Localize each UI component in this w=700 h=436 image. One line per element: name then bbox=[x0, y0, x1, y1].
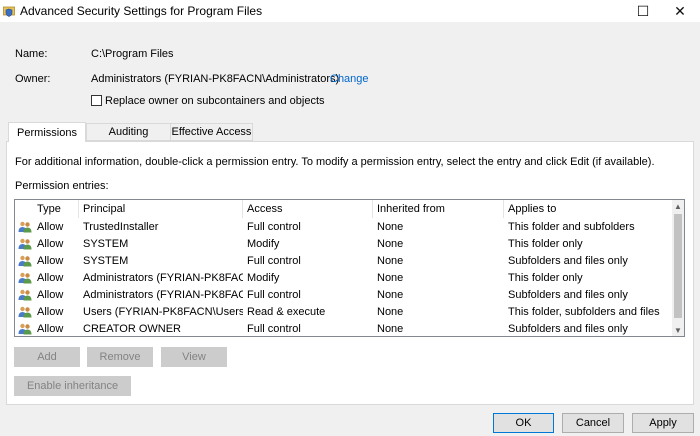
cell-applies: Subfolders and files only bbox=[508, 323, 628, 335]
user-group-icon bbox=[18, 323, 32, 335]
maximize-icon: ☐ bbox=[636, 2, 650, 19]
apply-button[interactable]: Apply bbox=[632, 413, 694, 433]
cell-access: Full control bbox=[247, 221, 301, 233]
replace-owner-checkbox[interactable] bbox=[91, 95, 102, 106]
cell-principal: Administrators (FYRIAN-PK8FAC... bbox=[83, 289, 243, 301]
cell-access: Full control bbox=[247, 289, 301, 301]
chevron-up-icon: ▲ bbox=[674, 201, 682, 211]
cell-applies: Subfolders and files only bbox=[508, 289, 628, 301]
owner-label: Owner: bbox=[15, 73, 51, 85]
name-value: C:\Program Files bbox=[91, 48, 174, 60]
column-header-applies[interactable]: Applies to bbox=[504, 200, 675, 218]
cell-inherited: None bbox=[377, 323, 404, 335]
cell-access: Modify bbox=[247, 272, 280, 284]
cell-applies: This folder only bbox=[508, 272, 583, 284]
table-row[interactable]: Allow SYSTEM Modify None This folder only bbox=[15, 236, 675, 253]
cell-access: Full control bbox=[247, 323, 301, 335]
cancel-button-label: Cancel bbox=[575, 417, 611, 429]
column-header-principal[interactable]: Principal bbox=[79, 200, 243, 218]
ok-button[interactable]: OK bbox=[493, 413, 554, 433]
user-group-icon bbox=[18, 306, 32, 318]
cell-principal: Administrators (FYRIAN-PK8FACN... bbox=[83, 272, 243, 284]
cell-type: Allow bbox=[37, 238, 64, 250]
table-row[interactable]: Allow Administrators (FYRIAN-PK8FACN... Mo… bbox=[15, 270, 675, 287]
scroll-up-button[interactable]: ▲ bbox=[672, 200, 684, 212]
change-owner-link[interactable]: Change bbox=[330, 73, 369, 85]
cancel-button[interactable]: Cancel bbox=[562, 413, 624, 433]
window-title: Advanced Security Settings for Program F… bbox=[20, 4, 263, 18]
tab-auditing[interactable]: Auditing bbox=[86, 123, 171, 141]
cell-principal: SYSTEM bbox=[83, 255, 129, 267]
scroll-thumb[interactable] bbox=[674, 214, 682, 318]
cell-applies: Subfolders and files only bbox=[508, 255, 628, 267]
column-header-inherited[interactable]: Inherited from bbox=[373, 200, 504, 218]
cell-inherited: None bbox=[377, 272, 404, 284]
tab-effective-access[interactable]: Effective Access bbox=[170, 123, 253, 141]
cell-principal: SYSTEM bbox=[83, 238, 129, 250]
list-header: Type Principal Access Inherited from App… bbox=[15, 200, 675, 218]
cell-inherited: None bbox=[377, 306, 404, 318]
apply-button-label: Apply bbox=[649, 417, 677, 429]
cell-access: Modify bbox=[247, 238, 280, 250]
view-button-label: View bbox=[182, 351, 206, 363]
cell-inherited: None bbox=[377, 289, 404, 301]
user-group-icon bbox=[18, 289, 32, 301]
enable-inheritance-button[interactable]: Enable inheritance bbox=[14, 376, 131, 396]
user-group-icon bbox=[18, 272, 32, 284]
permissions-description: For additional information, double-click… bbox=[15, 156, 655, 168]
cell-type: Allow bbox=[37, 289, 64, 301]
enable-inheritance-label: Enable inheritance bbox=[26, 380, 119, 392]
add-button[interactable]: Add bbox=[14, 347, 80, 367]
cell-applies: This folder and subfolders bbox=[508, 221, 635, 233]
tab-permissions[interactable]: Permissions bbox=[8, 122, 86, 142]
tab-effective-access-label: Effective Access bbox=[171, 126, 252, 138]
column-header-access[interactable]: Access bbox=[243, 200, 373, 218]
table-row[interactable]: Allow Users (FYRIAN-PK8FACN\Users) Read & … bbox=[15, 304, 675, 321]
remove-button[interactable]: Remove bbox=[87, 347, 153, 367]
table-row[interactable]: Allow SYSTEM Full control None Subfolders an… bbox=[15, 253, 675, 270]
cell-inherited: None bbox=[377, 221, 404, 233]
cell-applies: This folder only bbox=[508, 238, 583, 250]
cell-access: Full control bbox=[247, 255, 301, 267]
cell-type: Allow bbox=[37, 221, 64, 233]
view-button[interactable]: View bbox=[161, 347, 227, 367]
cell-type: Allow bbox=[37, 323, 64, 335]
table-row[interactable]: Allow CREATOR OWNER Full control None Subfol… bbox=[15, 321, 675, 336]
add-button-label: Add bbox=[37, 351, 57, 363]
list-scrollbar[interactable]: ▲ ▼ bbox=[672, 200, 684, 336]
close-icon: ✕ bbox=[674, 2, 686, 19]
cell-type: Allow bbox=[37, 272, 64, 284]
cell-principal: CREATOR OWNER bbox=[83, 323, 181, 335]
table-row[interactable]: Allow TrustedInstaller Full control None Thi… bbox=[15, 219, 675, 236]
cell-applies: This folder, subfolders and files bbox=[508, 306, 660, 318]
user-group-icon bbox=[18, 238, 32, 250]
cell-type: Allow bbox=[37, 306, 64, 318]
cell-inherited: None bbox=[377, 255, 404, 267]
title-bar: Advanced Security Settings for Program F… bbox=[0, 0, 700, 22]
owner-value: Administrators (FYRIAN-PK8FACN\Administr… bbox=[91, 73, 340, 85]
chevron-down-icon: ▼ bbox=[674, 325, 682, 335]
user-group-icon bbox=[18, 255, 32, 267]
close-button[interactable]: ✕ bbox=[662, 0, 698, 22]
cell-principal: TrustedInstaller bbox=[83, 221, 159, 233]
cell-principal: Users (FYRIAN-PK8FACN\Users) bbox=[83, 306, 243, 318]
replace-owner-label: Replace owner on subcontainers and objec… bbox=[105, 95, 325, 107]
cell-type: Allow bbox=[37, 255, 64, 267]
column-header-type[interactable]: Type bbox=[33, 200, 79, 218]
cell-inherited: None bbox=[377, 238, 404, 250]
tab-permissions-label: Permissions bbox=[17, 126, 77, 139]
scroll-down-button[interactable]: ▼ bbox=[672, 324, 684, 336]
folder-shield-icon bbox=[3, 6, 15, 17]
user-group-icon bbox=[18, 221, 32, 233]
table-row[interactable]: Allow Administrators (FYRIAN-PK8FAC... Ful… bbox=[15, 287, 675, 304]
tab-auditing-label: Auditing bbox=[108, 126, 149, 138]
name-label: Name: bbox=[15, 48, 48, 60]
cell-access: Read & execute bbox=[247, 306, 326, 318]
permission-entries-label: Permission entries: bbox=[15, 180, 109, 192]
remove-button-label: Remove bbox=[99, 351, 141, 363]
permission-entries-list[interactable]: Type Principal Access Inherited from App… bbox=[14, 199, 685, 337]
ok-button-label: OK bbox=[515, 417, 532, 429]
maximize-button[interactable]: ☐ bbox=[625, 0, 661, 22]
